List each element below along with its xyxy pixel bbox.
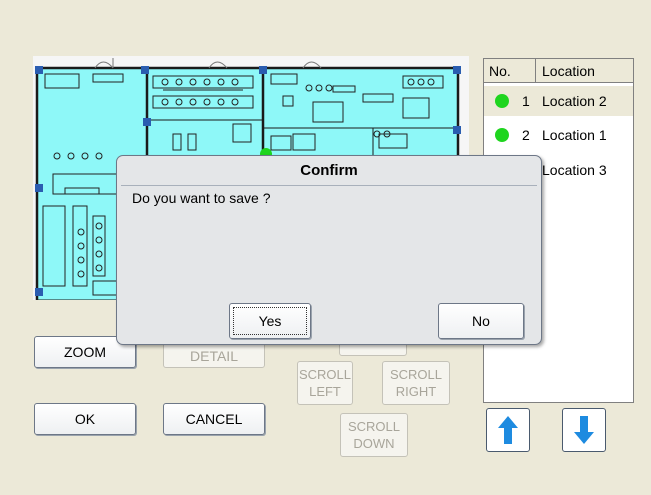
row-location: Location 1 (542, 127, 607, 143)
dialog-message: Do you want to save ? (132, 190, 271, 206)
down-arrow-icon (574, 416, 594, 444)
no-button[interactable]: No (438, 303, 524, 339)
scroll-right-label: SCROLL RIGHT (389, 367, 443, 399)
table-row[interactable]: 2 Location 1 (484, 120, 633, 150)
dialog-divider (121, 185, 537, 186)
yes-button[interactable]: Yes (229, 303, 311, 339)
detail-label: DETAIL (190, 348, 238, 364)
move-up-button[interactable] (486, 408, 530, 452)
ok-button[interactable]: OK (34, 403, 136, 435)
ok-label: OK (74, 411, 96, 427)
column-header-location[interactable]: Location (536, 59, 633, 83)
row-number: 1 (522, 93, 530, 109)
move-down-button[interactable] (562, 408, 606, 452)
confirm-dialog: Confirm Do you want to save ? Yes No (116, 155, 542, 345)
row-number: 2 (522, 127, 530, 143)
status-dot-icon (495, 94, 509, 108)
scroll-left-label: SCROLL LEFT (298, 367, 352, 399)
dialog-title: Confirm (300, 162, 358, 179)
column-header-no[interactable]: No. (484, 59, 536, 83)
row-location: Location 2 (542, 93, 607, 109)
cancel-label: CANCEL (185, 411, 243, 427)
up-arrow-icon (498, 416, 518, 444)
yes-label: Yes (258, 313, 282, 329)
zoom-label: ZOOM (64, 344, 106, 360)
row-location: Location 3 (542, 162, 607, 178)
scroll-right-button[interactable]: SCROLL RIGHT (382, 361, 450, 405)
status-dot-icon (495, 128, 509, 142)
scroll-down-label: SCROLL DOWN (347, 419, 401, 451)
scroll-down-button[interactable]: SCROLL DOWN (340, 413, 408, 457)
table-row[interactable]: 1 Location 2 (484, 86, 633, 116)
no-label: No (472, 313, 490, 329)
cancel-button[interactable]: CANCEL (163, 403, 265, 435)
scroll-left-button[interactable]: SCROLL LEFT (297, 361, 353, 405)
